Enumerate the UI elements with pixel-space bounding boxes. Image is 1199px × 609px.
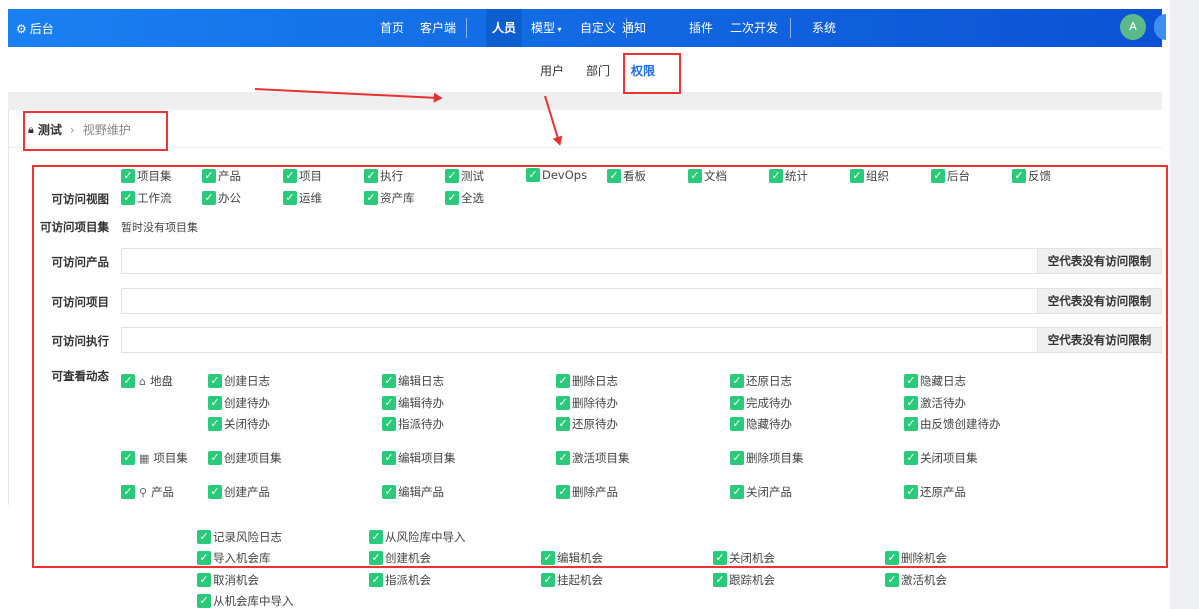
checkbox-label: 取消机会 (213, 572, 259, 587)
nav-item[interactable]: 二次开发 (724, 9, 784, 47)
divider-band (8, 92, 1162, 110)
annotation-box-breadcrumb (23, 111, 168, 151)
divider (8, 147, 1162, 148)
checkbox[interactable]: ✓ 指派机会 (369, 572, 431, 588)
nav-item[interactable]: 人员 (486, 9, 523, 47)
checkbox-label: 指派机会 (385, 572, 431, 587)
nav-label: 模型 (531, 21, 556, 35)
nav-item[interactable]: 插件 (683, 9, 719, 47)
nav-item[interactable]: 首页 (374, 9, 410, 47)
check-icon[interactable]: ✓ (197, 593, 211, 608)
checkbox-label: 从机会库中导入 (213, 593, 294, 608)
checkbox[interactable]: ✓ 激活机会 (885, 572, 947, 588)
nav-item[interactable]: 客户端 (414, 9, 462, 47)
nav-item[interactable]: 系统 (806, 9, 842, 47)
check-icon[interactable]: ✓ (541, 572, 555, 587)
checkbox-label: 激活机会 (901, 572, 947, 587)
top-nav: ⚙ 后台 首页 客户端 人员 模型 ▾ 自定义 通知 插件 二次开发 系统 A (8, 9, 1166, 47)
scrollbar[interactable] (1170, 0, 1199, 609)
avatar[interactable]: A (1120, 14, 1146, 40)
annotation-box-tab (623, 53, 681, 94)
nav-item[interactable]: 通知 (616, 9, 652, 47)
tab-1[interactable]: 部门 (586, 62, 610, 79)
checkbox[interactable]: ✓ 取消机会 (197, 572, 259, 588)
check-icon[interactable]: ✓ (885, 572, 899, 587)
check-icon[interactable]: ✓ (197, 572, 211, 587)
checkbox-label: 跟踪机会 (729, 572, 775, 587)
chevron-down-icon: ▾ (555, 25, 562, 34)
checkbox[interactable]: ✓ 从机会库中导入 (197, 593, 294, 609)
checkbox-label: 挂起机会 (557, 572, 603, 587)
brand[interactable]: ⚙ 后台 (16, 20, 54, 37)
check-icon[interactable]: ✓ (369, 572, 383, 587)
nav-separator (626, 18, 627, 38)
annotation-box-form (32, 165, 1168, 568)
avatar-secondary[interactable] (1154, 14, 1166, 40)
nav-separator (466, 18, 467, 38)
checkbox[interactable]: ✓ 挂起机会 (541, 572, 603, 588)
nav-item[interactable]: 模型 ▾ (525, 9, 568, 47)
nav-item[interactable]: 自定义 (574, 9, 622, 47)
tab-0[interactable]: 用户 (540, 62, 564, 79)
gear-icon: ⚙ (16, 21, 27, 36)
check-icon[interactable]: ✓ (713, 572, 727, 587)
nav-separator (790, 18, 791, 38)
checkbox[interactable]: ✓ 跟踪机会 (713, 572, 775, 588)
brand-label: 后台 (29, 22, 54, 36)
